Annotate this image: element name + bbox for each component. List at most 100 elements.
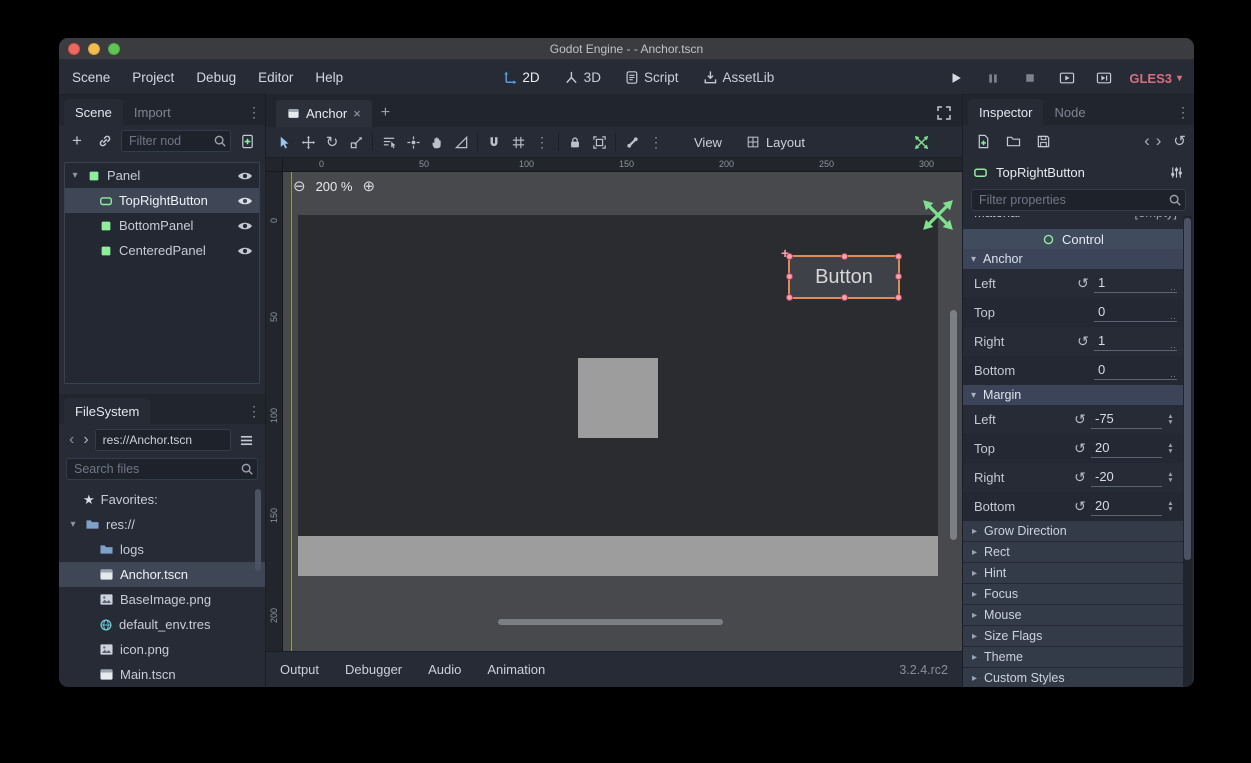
menu-debug[interactable]: Debug <box>185 70 247 85</box>
fs-row-res[interactable]: ▾ res:// <box>59 512 265 537</box>
margin-left-field[interactable]: -75 <box>1091 411 1162 429</box>
fs-row-icon-png[interactable]: icon.png <box>59 637 265 662</box>
pause-button[interactable] <box>981 66 1005 90</box>
close-tab-icon[interactable]: × <box>353 106 361 121</box>
object-history-icon[interactable]: ↺ <box>1173 132 1186 150</box>
group-object-button[interactable] <box>587 130 611 154</box>
section-grow-direction[interactable]: ▸Grow Direction <box>963 521 1183 542</box>
workspace-2d-button[interactable]: 2D <box>502 70 539 85</box>
skeleton-button[interactable] <box>620 130 644 154</box>
selection-handle[interactable] <box>895 294 902 301</box>
visibility-eye-icon[interactable] <box>237 195 253 207</box>
spinner-icon[interactable]: ▲▼ <box>1164 414 1177 425</box>
vertical-scrollbar[interactable] <box>950 310 957 540</box>
anchor-gizmo[interactable] <box>919 196 957 234</box>
scene-root-panel[interactable]: Button + <box>298 215 938 576</box>
anchor-preset-button[interactable] <box>913 134 930 151</box>
margin-top-field[interactable]: 20 <box>1091 440 1162 458</box>
section-focus[interactable]: ▸Focus <box>963 584 1183 605</box>
fs-row-baseimage-png[interactable]: BaseImage.png <box>59 587 265 612</box>
filesystem-scrollbar[interactable] <box>255 489 261 571</box>
renderer-dropdown[interactable]: GLES3 ▾ <box>1129 71 1182 86</box>
stop-button[interactable] <box>1018 66 1042 90</box>
collapse-arrow-icon[interactable]: ▾ <box>67 519 79 530</box>
nav-forward-icon[interactable]: › <box>80 431 91 449</box>
workspace-3d-button[interactable]: 3D <box>564 70 601 85</box>
section-size-flags[interactable]: ▸Size Flags <box>963 626 1183 647</box>
load-resource-button[interactable] <box>1001 129 1025 153</box>
zoom-out-button[interactable]: ⊖ <box>293 179 306 194</box>
visibility-eye-icon[interactable] <box>237 245 253 257</box>
tab-filesystem[interactable]: FileSystem <box>64 398 150 424</box>
animation-button[interactable]: Animation <box>487 662 545 677</box>
select-tool-button[interactable] <box>272 130 296 154</box>
fs-row-anchor-tscn[interactable]: Anchor.tscn <box>59 562 265 587</box>
revert-icon[interactable]: ↺ <box>1069 498 1091 515</box>
new-tab-button[interactable]: + <box>372 104 399 127</box>
anchor-left-field[interactable]: 1‥ <box>1094 275 1177 293</box>
add-node-button[interactable]: + <box>65 129 89 153</box>
filter-properties-input[interactable] <box>971 189 1186 211</box>
selection-handle[interactable] <box>895 253 902 260</box>
grid-snap-button[interactable] <box>506 130 530 154</box>
workspace-assetlib-button[interactable]: AssetLib <box>702 70 774 85</box>
tab-node[interactable]: Node <box>1043 99 1096 125</box>
selection-handle[interactable] <box>895 273 902 280</box>
history-forward-icon[interactable]: › <box>1156 131 1162 151</box>
revert-icon[interactable]: ↺ <box>1072 333 1094 350</box>
layout-menu-button[interactable]: Layout <box>746 135 805 150</box>
section-margin[interactable]: ▾ Margin <box>963 385 1183 405</box>
move-tool-button[interactable] <box>296 130 320 154</box>
inspector-scrollbar-thumb[interactable] <box>1184 218 1191 560</box>
visibility-eye-icon[interactable] <box>237 220 253 232</box>
smart-snap-button[interactable] <box>482 130 506 154</box>
history-back-icon[interactable]: ‹ <box>1144 131 1150 151</box>
nav-back-icon[interactable]: ‹ <box>66 431 77 449</box>
control-class-header[interactable]: Control <box>963 229 1183 249</box>
selection-handle[interactable] <box>786 294 793 301</box>
2d-viewport[interactable]: Button + <box>283 172 962 651</box>
tab-anchor-scene[interactable]: Anchor × <box>276 100 372 127</box>
revert-icon[interactable]: ↺ <box>1069 411 1091 428</box>
filesystem-menu-icon[interactable]: ⋮ <box>243 404 265 418</box>
tree-row-toprightbutton[interactable]: TopRightButton <box>65 188 259 213</box>
skeleton-options-menu-icon[interactable]: ⋮ <box>644 130 668 154</box>
zoom-window-button[interactable] <box>108 43 120 55</box>
section-anchor[interactable]: ▾ Anchor <box>963 249 1183 269</box>
bottom-panel-node[interactable] <box>298 536 938 576</box>
save-resource-button[interactable] <box>1031 129 1055 153</box>
material-value[interactable]: [empty] <box>1134 216 1177 220</box>
horizontal-scrollbar[interactable] <box>498 619 723 625</box>
visibility-eye-icon[interactable] <box>237 170 253 182</box>
tree-row-bottompanel[interactable]: BottomPanel <box>65 213 259 238</box>
collapse-arrow-icon[interactable]: ▾ <box>69 170 81 181</box>
fs-row-default-env[interactable]: default_env.tres <box>59 612 265 637</box>
section-hint[interactable]: ▸Hint <box>963 563 1183 584</box>
debugger-button[interactable]: Debugger <box>345 662 402 677</box>
centered-panel-node[interactable] <box>578 358 658 438</box>
attach-script-button[interactable] <box>235 129 259 153</box>
pivot-tool-button[interactable] <box>401 130 425 154</box>
margin-bottom-field[interactable]: 20 <box>1091 498 1162 516</box>
play-button[interactable] <box>944 66 968 90</box>
fs-row-favorites[interactable]: ★ Favorites: <box>59 487 265 512</box>
expand-viewport-button[interactable] <box>936 105 952 121</box>
tab-inspector[interactable]: Inspector <box>968 99 1043 125</box>
list-select-tool-button[interactable] <box>377 130 401 154</box>
tree-row-centeredpanel[interactable]: CenteredPanel <box>65 238 259 263</box>
revert-icon[interactable]: ↺ <box>1072 275 1094 292</box>
close-window-button[interactable] <box>68 43 80 55</box>
zoom-in-button[interactable]: ⊕ <box>362 179 375 194</box>
spinner-icon[interactable]: ▲▼ <box>1164 472 1177 483</box>
menu-scene[interactable]: Scene <box>61 70 121 85</box>
selection-handle[interactable] <box>786 253 793 260</box>
play-scene-button[interactable] <box>1055 66 1079 90</box>
anchor-right-field[interactable]: 1‥ <box>1094 333 1177 351</box>
zoom-level[interactable]: 200 % <box>316 179 353 194</box>
menu-editor[interactable]: Editor <box>247 70 304 85</box>
new-resource-button[interactable] <box>971 129 995 153</box>
selection-handle[interactable] <box>841 253 848 260</box>
fs-row-logs[interactable]: logs <box>59 537 265 562</box>
section-theme[interactable]: ▸Theme <box>963 647 1183 668</box>
tree-row-panel[interactable]: ▾ Panel <box>65 163 259 188</box>
